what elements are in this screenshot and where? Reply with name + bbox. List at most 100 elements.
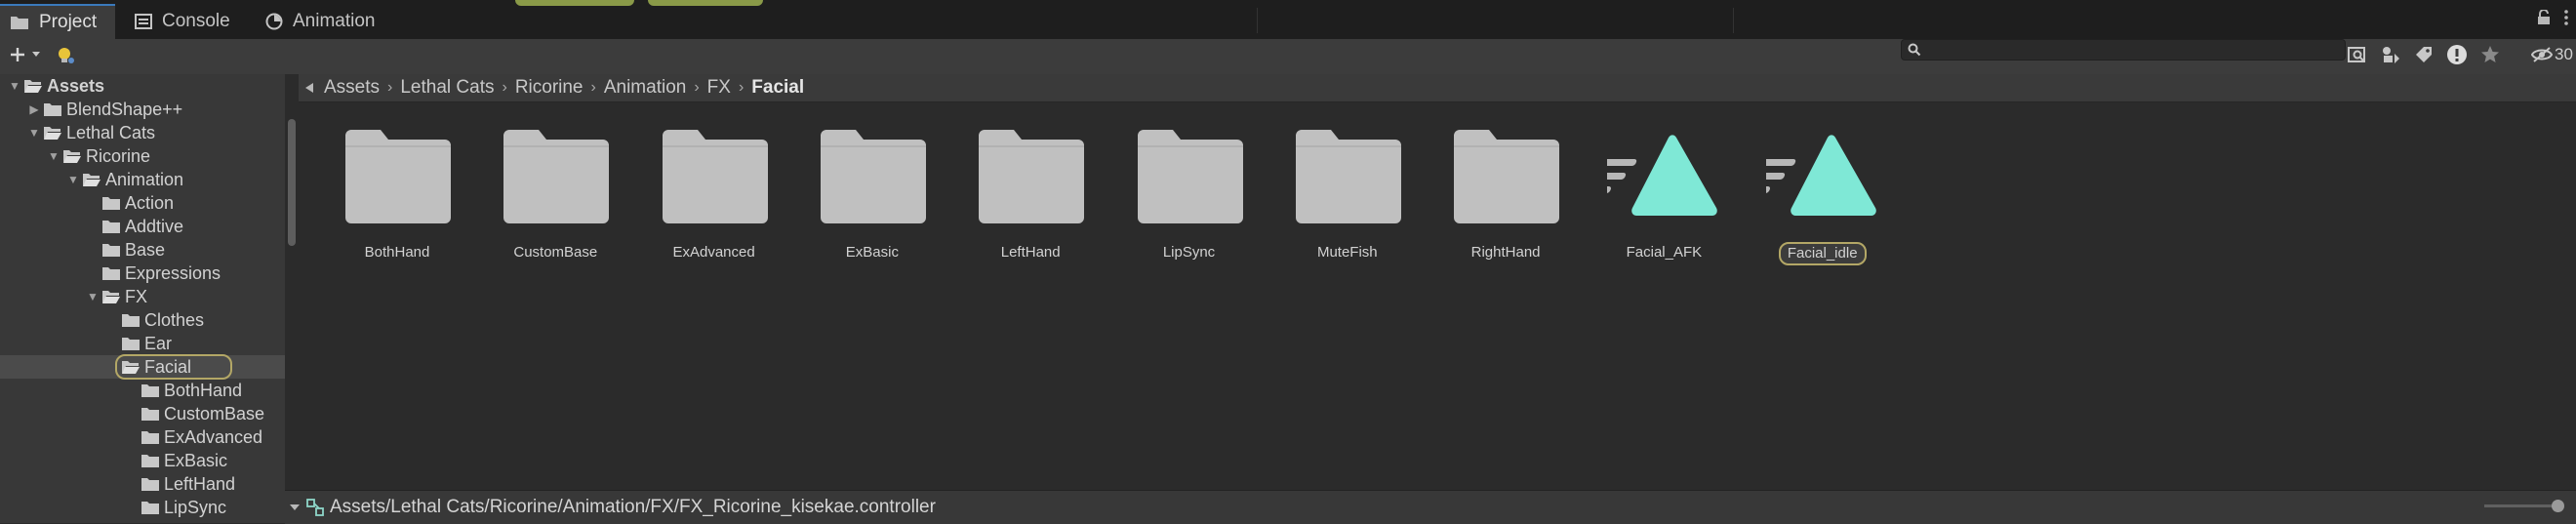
favorites-button[interactable] [2476, 41, 2504, 68]
log-filter-button[interactable] [2443, 41, 2471, 68]
filter-label-button[interactable] [2410, 41, 2437, 68]
tree-item[interactable]: ▼ Ricorine [0, 144, 285, 168]
tree-item[interactable]: BothHand [0, 379, 285, 402]
breadcrumb-item[interactable]: FX [700, 77, 739, 99]
tree-item[interactable]: Expressions [0, 262, 285, 285]
tree-item-label: Addtive [125, 216, 184, 236]
tree-item[interactable]: CustomBase [0, 402, 285, 425]
asset-folder[interactable]: CustomBase [482, 130, 628, 263]
asset-folder[interactable]: ExAdvanced [641, 130, 787, 263]
tree-item[interactable]: Addtive [0, 215, 285, 238]
tree-item[interactable]: ▼ Animation [0, 168, 285, 191]
asset-folder[interactable]: RightHand [1432, 130, 1579, 263]
tree-item[interactable]: ▼ FX [0, 285, 285, 308]
breadcrumb-item[interactable]: Ricorine [507, 77, 591, 99]
search-icon [1908, 43, 1921, 57]
tree-item[interactable]: Ear [0, 332, 285, 355]
breadcrumb-item[interactable]: Lethal Cats [392, 77, 502, 99]
scene-view-edge [515, 0, 634, 6]
tree-item-label: FX [125, 286, 148, 306]
tree-item[interactable]: LipSync [0, 496, 285, 519]
breadcrumb-item[interactable]: Assets [316, 77, 387, 99]
asset-animation-clip[interactable]: Facial_AFK [1581, 130, 1737, 263]
folder-icon [139, 406, 164, 422]
folder-icon [819, 130, 926, 228]
folder-icon [343, 130, 451, 228]
asset-animation-clip[interactable]: Facial_idle [1739, 130, 1896, 265]
tab-label: Console [162, 11, 230, 31]
icon-size-slider[interactable] [2484, 500, 2564, 512]
expand-arrow-icon[interactable]: ▼ [66, 173, 80, 186]
hidden-count: 30 [2555, 45, 2573, 63]
tab-console[interactable]: Console [125, 4, 244, 39]
asset-folder[interactable]: ExBasic [799, 130, 946, 263]
asset-label: RightHand [1470, 244, 1541, 261]
folder-icon [11, 17, 28, 29]
tree-item[interactable]: LeftHand [0, 472, 285, 496]
expand-arrow-icon[interactable]: ▼ [8, 79, 21, 93]
tree-item[interactable]: ▼ Lethal Cats [0, 121, 285, 144]
slider-knob[interactable] [2552, 500, 2564, 512]
scrollbar-thumb[interactable] [288, 119, 296, 246]
asset-folder[interactable]: BothHand [324, 130, 470, 263]
animator-controller-icon [306, 499, 324, 516]
folder-icon [139, 383, 164, 398]
focus-ring [115, 354, 232, 380]
breadcrumb-item[interactable]: Animation [596, 77, 695, 99]
expand-arrow-icon[interactable]: ▼ [27, 126, 41, 140]
tree-item[interactable]: ▼ Assets [0, 74, 285, 98]
asset-label: Facial_AFK [1626, 244, 1703, 261]
filter-type-icon [2383, 47, 2399, 63]
tree-item-label: ExBasic [164, 450, 228, 470]
tree-item-label: Base [125, 239, 166, 260]
tab-label: Animation [293, 11, 376, 31]
folder-icon [1136, 130, 1243, 228]
animation-icon [265, 13, 283, 30]
hint-button[interactable] [55, 45, 76, 71]
collapse-arrow-icon[interactable] [302, 82, 314, 94]
collapse-arrow-icon[interactable]: ▶ [27, 102, 41, 116]
selected-asset-path: Assets/Lethal Cats/Ricorine/Animation/FX… [330, 497, 936, 517]
breadcrumb-item[interactable]: Facial [744, 77, 812, 99]
tree-item[interactable]: ExAdvanced [0, 425, 285, 449]
search-input[interactable] [1901, 39, 2346, 60]
asset-label: ExAdvanced [672, 244, 755, 261]
more-options-icon[interactable] [2564, 10, 2568, 25]
asset-folder[interactable]: LipSync [1116, 130, 1263, 263]
exclamation-icon [2447, 45, 2467, 64]
chevron-down-icon [32, 52, 40, 57]
expand-arrow-icon[interactable]: ▼ [86, 290, 100, 303]
tab-label: Project [39, 12, 98, 32]
folder-icon [502, 130, 610, 228]
tree-item-label: Animation [105, 169, 184, 189]
lock-icon[interactable] [2537, 10, 2551, 25]
tree-item-label: LeftHand [164, 473, 236, 494]
folder-icon [661, 130, 768, 228]
window-controls [2537, 10, 2568, 25]
tree-item[interactable]: ExBasic [0, 449, 285, 472]
tree-item[interactable]: Base [0, 238, 285, 262]
tree-scrollbar[interactable] [285, 74, 299, 523]
tree-item[interactable]: MuteFish [0, 519, 285, 524]
create-button[interactable] [8, 45, 41, 64]
tab-animation[interactable]: Animation [256, 4, 392, 39]
search-by-type-button[interactable] [2344, 41, 2371, 68]
expand-arrow-icon[interactable]: ▼ [47, 149, 60, 163]
folder-icon [119, 336, 144, 351]
tree-item[interactable]: ▶ BlendShape++ [0, 98, 285, 121]
dropdown-arrow-icon[interactable] [289, 503, 301, 512]
asset-folder[interactable]: MuteFish [1274, 130, 1421, 263]
asset-folder[interactable]: LeftHand [957, 130, 1104, 263]
tree-item[interactable]: Clothes [0, 308, 285, 332]
tree-item[interactable]: Action [0, 191, 285, 215]
breadcrumb: Assets › Lethal Cats › Ricorine › Animation › FX… [299, 74, 2576, 102]
tab-project[interactable]: Project [0, 4, 115, 39]
filter-type-button[interactable] [2377, 41, 2404, 68]
hidden-packages-toggle[interactable]: 30 [2531, 45, 2573, 64]
